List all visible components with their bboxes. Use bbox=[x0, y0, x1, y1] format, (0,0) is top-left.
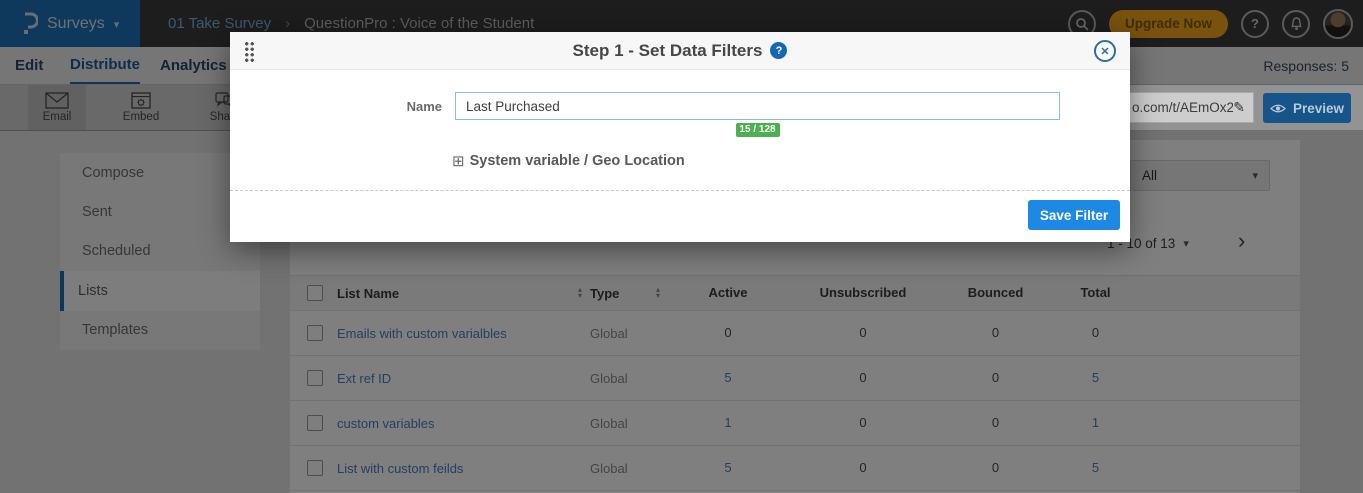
modal-title: Step 1 - Set Data Filters bbox=[573, 41, 763, 61]
eye-icon bbox=[1270, 103, 1286, 114]
set-data-filters-modal: Step 1 - Set Data Filters ? ✕ Name 15 / … bbox=[230, 32, 1130, 242]
app-window: Surveys ▾ 01 Take Survey › QuestionPro :… bbox=[0, 0, 1363, 493]
close-icon: ✕ bbox=[1100, 45, 1109, 58]
filter-name-label: Name bbox=[230, 92, 442, 137]
modal-close-button[interactable]: ✕ bbox=[1094, 40, 1116, 62]
modal-body: Name 15 / 128 ⊞ System variable / Geo Lo… bbox=[230, 70, 1130, 190]
drag-handle-icon[interactable] bbox=[244, 41, 255, 62]
share-link-toolbar: o.com/t/AEmOx2 ✎ Preview bbox=[1130, 85, 1363, 131]
preview-button[interactable]: Preview bbox=[1263, 93, 1351, 123]
system-variable-label: System variable / Geo Location bbox=[470, 153, 685, 169]
modal-footer: Save Filter bbox=[230, 190, 1130, 242]
save-filter-button[interactable]: Save Filter bbox=[1028, 200, 1120, 230]
plus-square-icon: ⊞ bbox=[452, 152, 465, 170]
system-variable-expander[interactable]: ⊞ System variable / Geo Location bbox=[452, 152, 685, 170]
preview-label: Preview bbox=[1293, 101, 1344, 116]
modal-help-icon[interactable]: ? bbox=[770, 42, 787, 59]
survey-link-value: o.com/t/AEmOx2 bbox=[1132, 100, 1233, 115]
edit-link-icon[interactable]: ✎ bbox=[1233, 99, 1245, 116]
modal-header: Step 1 - Set Data Filters ? ✕ bbox=[230, 32, 1130, 70]
survey-link-field[interactable]: o.com/t/AEmOx2 ✎ bbox=[1130, 92, 1254, 123]
char-counter-badge: 15 / 128 bbox=[736, 123, 780, 137]
filter-name-input[interactable] bbox=[455, 92, 1060, 120]
